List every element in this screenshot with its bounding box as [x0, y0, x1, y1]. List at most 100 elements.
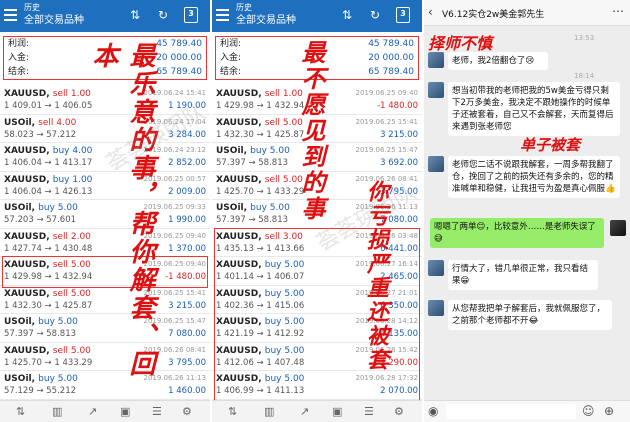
trade-datetime: 2019.06.25 15:47	[355, 146, 418, 154]
trade-prices: 57.397 → 58.813	[216, 215, 289, 225]
trade-prices: 1 425.70 → 1 433.29	[216, 186, 305, 197]
trade-profit: 1 370.00	[168, 243, 206, 254]
trade-prices: 58.023 → 57.212	[4, 129, 77, 140]
chat-bubble: 老师，我2倍翻仓了😢	[448, 52, 548, 70]
trade-symbol: USOil, buy 5.00	[4, 374, 78, 384]
trade-symbol: USOil, buy 5.00	[216, 203, 290, 213]
refresh-icon[interactable]: ↻	[158, 8, 168, 22]
chart-icon[interactable]: ▥	[52, 405, 62, 418]
avatar[interactable]	[428, 260, 444, 276]
trade-prices: 1 429.98 → 1 432.94	[216, 101, 305, 111]
app-title: 历史	[24, 3, 40, 12]
avatar[interactable]	[428, 52, 444, 68]
annotation-right-1: 最不愿见到的事	[297, 40, 326, 222]
avatar-self[interactable]	[610, 220, 626, 236]
trade-profit: 2 852.00	[168, 158, 206, 168]
bottom-nav: ⇅ ▥ ↗ ▣ ☰ ⚙	[0, 400, 210, 422]
trade-profit: -1 480.00	[377, 101, 418, 111]
trade-prices: 1 432.30 → 1 425.87	[216, 129, 305, 140]
calendar-icon[interactable]: 3	[396, 7, 410, 23]
trade-profit: 3 215.00	[380, 129, 418, 140]
history-icon[interactable]: ▣	[120, 405, 130, 418]
more-icon[interactable]: ⋯	[612, 4, 624, 18]
trade-icon[interactable]: ↗	[88, 405, 97, 418]
trade-symbol: XAUUSD, sell 5.00	[4, 288, 91, 299]
annotation-left: 最乐意的事，帮你解套、回本	[88, 42, 155, 378]
settings-icon[interactable]: ⚙	[394, 405, 404, 418]
trade-prices: 1 425.70 → 1 433.29	[4, 357, 93, 368]
chat-annotation-top: 择师不慎	[428, 34, 493, 53]
chat-annotation-mid: 单子被套	[520, 136, 581, 154]
trade-side: buy 5.00	[38, 203, 78, 213]
messages-icon[interactable]: ☰	[364, 405, 374, 418]
settings-icon[interactable]: ⚙	[182, 405, 192, 418]
trade-profit: 3 215.00	[168, 300, 206, 311]
trade-symbol: XAUUSD, sell 5.00	[4, 345, 91, 356]
trade-symbol: XAUUSD, buy 1.00	[4, 174, 93, 185]
trade-prices: 57.397 → 58.813	[4, 329, 77, 339]
trade-symbol: USOil, buy 5.00	[4, 317, 78, 327]
trade-profit: 1 990.00	[168, 215, 206, 225]
app-subtitle[interactable]: 全部交易品种	[236, 15, 296, 27]
trade-icon[interactable]: ↗	[300, 405, 309, 418]
history-panel-right: 历史 全部交易品种 ⇅ ↻ 3 利润: 45 789.40 入金: 20 000.0…	[212, 0, 422, 422]
bottom-nav: ⇅ ▥ ↗ ▣ ☰ ⚙	[212, 400, 422, 422]
message-input[interactable]	[446, 404, 576, 419]
trade-symbol: XAUUSD, sell 1.00	[216, 89, 303, 99]
menu-icon[interactable]	[4, 9, 17, 21]
quotes-icon[interactable]: ⇅	[228, 405, 237, 418]
trade-profit: 2 009.00	[168, 186, 206, 197]
trade-side: buy 5.00	[250, 146, 290, 156]
refresh-icon[interactable]: ↻	[370, 8, 380, 22]
calendar-icon[interactable]: 3	[184, 7, 198, 23]
trade-profit: 3 284.00	[168, 129, 206, 140]
trade-prices: 57.397 → 58.813	[216, 158, 289, 168]
trade-datetime: 2019.06.25 09:40	[355, 89, 418, 97]
voice-icon[interactable]: ◉	[428, 404, 438, 418]
add-icon[interactable]: ⊕	[604, 404, 614, 418]
chat-bubble: 想当初带我的老师把我的5w美金亏得只剩下2万多美金，我决定不跟她操作的时候单子还…	[448, 82, 620, 136]
emoji-icon[interactable]: ☺	[582, 404, 595, 418]
trade-prices: 1 406.04 → 1 426.13	[4, 186, 93, 197]
chat-bubble: 行情大了，错几单很正常，我只看结果😁	[448, 260, 598, 290]
trade-profit: 1 460.00	[168, 386, 206, 396]
quotes-icon[interactable]: ⇅	[16, 405, 25, 418]
avatar[interactable]	[428, 82, 444, 98]
avatar[interactable]	[428, 300, 444, 316]
trade-side: buy 5.00	[38, 317, 78, 327]
sort-icon[interactable]: ⇅	[130, 8, 140, 22]
trade-symbol: XAUUSD, buy 4.00	[4, 146, 93, 156]
app-title: 历史	[236, 3, 252, 12]
trade-prices: 57.203 → 57.601	[4, 215, 77, 225]
chat-bubble: 老师您二话不说跟我解套，一周多帮我翻了仓，挽回了之前的损失还有多余的，您的精准喊…	[448, 156, 620, 198]
history-icon[interactable]: ▣	[332, 405, 342, 418]
app-bar: 历史 全部交易品种 ⇅ ↻ 3	[0, 0, 210, 32]
app-bar: 历史 全部交易品种 ⇅ ↻ 3	[212, 0, 422, 32]
trade-symbol: USOil, buy 5.00	[4, 203, 78, 213]
trade-side: buy 5.00	[38, 374, 78, 384]
trade-prices: 57.129 → 55.212	[4, 386, 77, 396]
messages-icon[interactable]: ☰	[152, 405, 162, 418]
chat-title: V6.12实仓2w美金郭先生	[442, 10, 545, 20]
avatar[interactable]	[428, 156, 444, 172]
history-panel-left: 历史 全部交易品种 ⇅ ↻ 3 利润: 45 789.40 入金: 20 000.0…	[0, 0, 210, 422]
chat-panel: ‹ V6.12实仓2w美金郭先生 ⋯ 择师不慎 13:53 老师，我2倍翻仓了😢…	[424, 0, 630, 422]
trade-symbol: USOil, sell 4.00	[4, 117, 77, 128]
trade-profit: 7 080.00	[168, 329, 206, 339]
chat-time: 18:14	[574, 72, 595, 80]
trade-side: buy 5.00	[250, 203, 290, 213]
trade-datetime: 2019.06.25 15:41	[355, 117, 418, 126]
back-icon[interactable]: ‹	[428, 5, 433, 19]
trade-profit: 1 190.00	[168, 101, 206, 111]
chat-bubble-self: 嗯嗯了两单😊，比较意外……是老师失误了😅	[430, 218, 604, 248]
trade-symbol: XAUUSD, sell 1.00	[4, 89, 91, 99]
chat-bubble: 从您帮我把单子解套后，我就佩服您了，之前那个老师都不开😂	[448, 300, 612, 330]
trade-prices: 1 427.74 → 1 430.48	[4, 243, 93, 254]
app-subtitle[interactable]: 全部交易品种	[24, 15, 84, 27]
chat-time: 13:53	[574, 34, 595, 42]
trade-prices: 1 409.01 → 1 406.05	[4, 101, 93, 111]
menu-icon[interactable]	[216, 9, 229, 21]
chart-icon[interactable]: ▥	[264, 405, 274, 418]
sort-icon[interactable]: ⇅	[342, 8, 352, 22]
chat-header: ‹ V6.12实仓2w美金郭先生 ⋯	[424, 0, 630, 26]
